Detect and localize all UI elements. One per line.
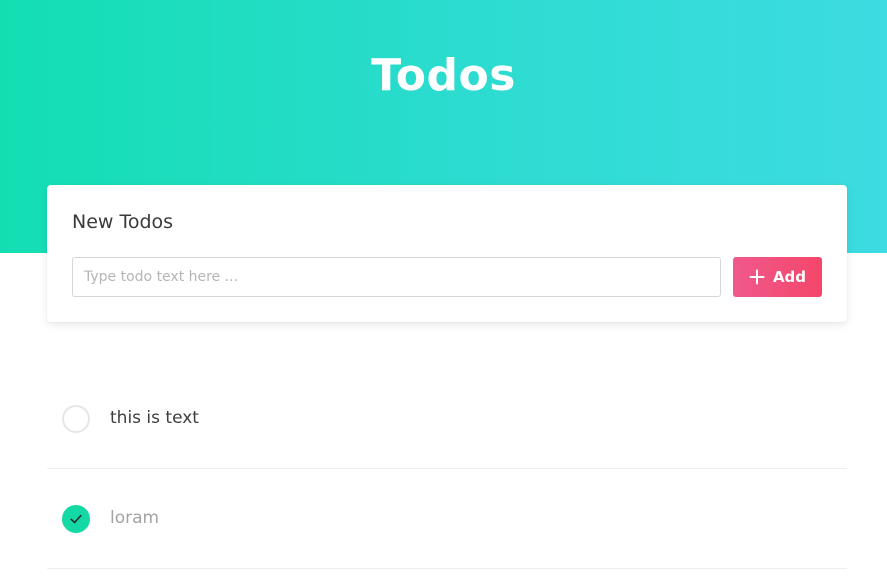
new-todo-card: New Todos Add (47, 185, 847, 322)
new-todo-heading: New Todos (72, 211, 174, 233)
plus-icon (749, 269, 765, 285)
page-title: Todos (371, 50, 516, 101)
todo-item-text: this is text (110, 408, 199, 428)
add-todo-button[interactable]: Add (733, 257, 822, 297)
todo-item: loram (47, 469, 847, 569)
checkmark-icon (70, 514, 82, 524)
todo-checkbox[interactable] (62, 505, 90, 533)
todo-item-text: loram (110, 508, 160, 528)
todo-checkbox[interactable] (62, 405, 90, 433)
todo-item: this is text (47, 369, 847, 469)
add-button-label: Add (772, 268, 807, 286)
todo-list: this is text loram (47, 369, 847, 569)
todo-text-input[interactable] (72, 257, 721, 297)
